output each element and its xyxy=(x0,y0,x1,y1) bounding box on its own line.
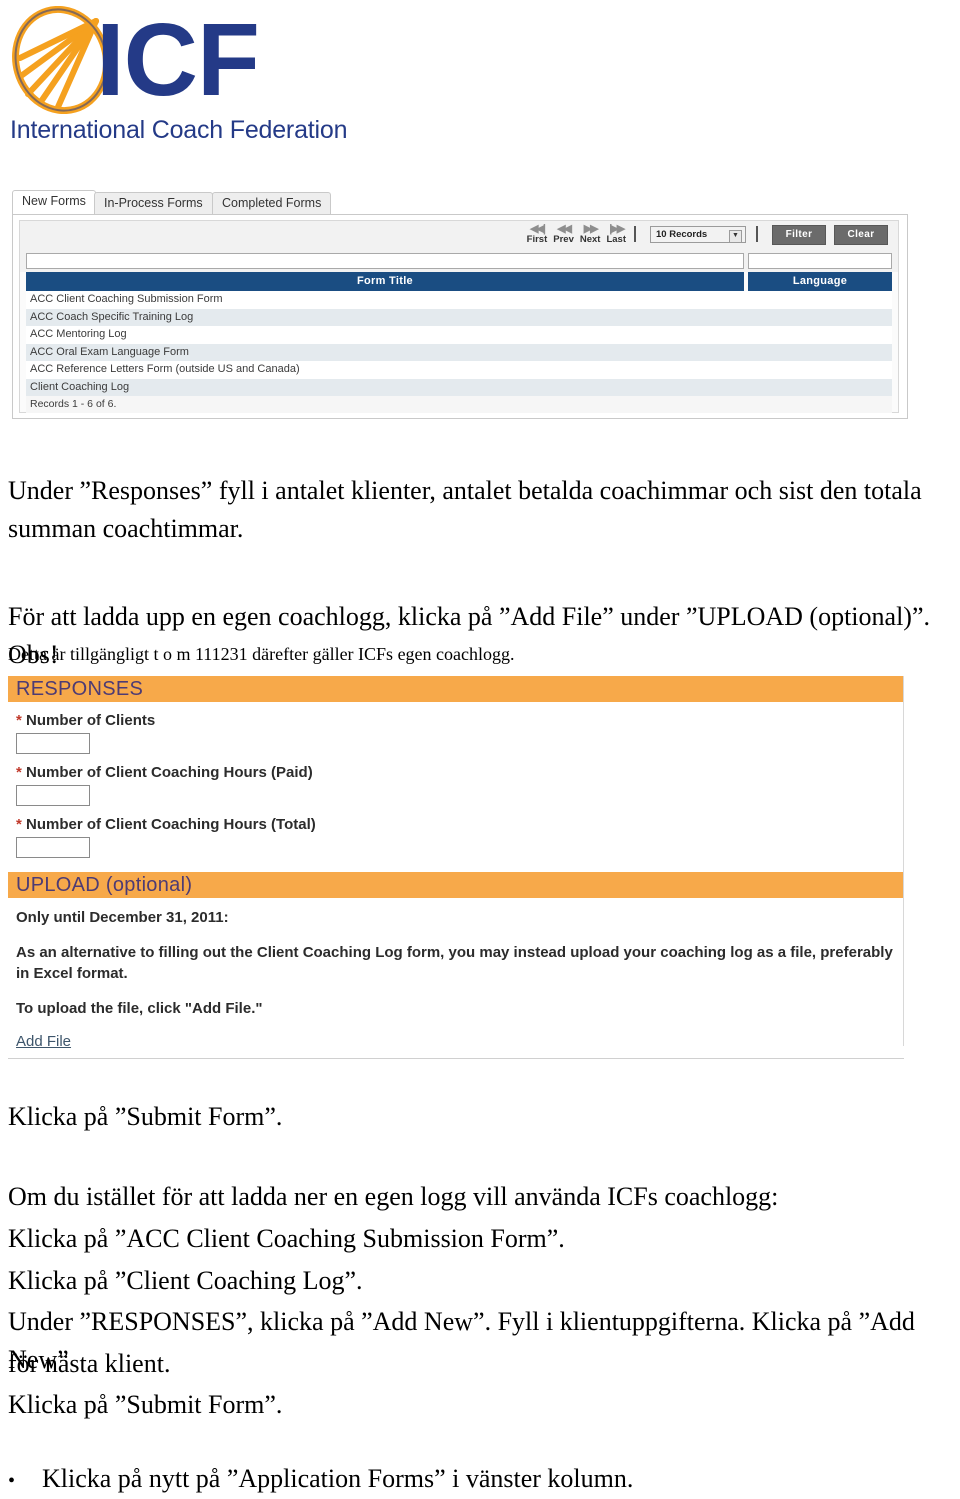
upload-section-header: UPLOAD (optional) xyxy=(8,872,904,898)
instruction-paragraph-1-line-1: Under ”Responses” fyll i antalet kliente… xyxy=(8,476,922,505)
instruction-paragraph-3: Klicka på ”Submit Form”. xyxy=(8,1102,283,1131)
field-label-text: Number of Client Coaching Hours (Paid) xyxy=(26,764,313,781)
forms-grid: ◀◀| First ◀◀ Prev ▶▶ Next |▶▶ Last 10 Re… xyxy=(19,220,899,413)
input-number-of-clients[interactable] xyxy=(16,733,90,754)
first-page-button[interactable]: ◀◀| First xyxy=(526,224,548,245)
instruction-paragraph-1-line-2: summan coachtimmar. xyxy=(8,514,244,543)
instruction-paragraph-2-line-2: Detta är tillgängligt t o m 111231 däref… xyxy=(8,644,515,664)
table-row[interactable]: ACC Mentoring Log xyxy=(26,326,892,344)
instruction-paragraph-6: Klicka på ”Client Coaching Log”. xyxy=(8,1266,363,1295)
last-page-label: Last xyxy=(606,234,626,245)
section-divider xyxy=(8,1058,904,1059)
tab-in-process-forms[interactable]: In-Process Forms xyxy=(94,192,213,214)
screenshot-right-edge xyxy=(903,676,904,1046)
tab-completed-forms[interactable]: Completed Forms xyxy=(212,192,332,214)
field-label-coaching-hours-total: * Number of Client Coaching Hours (Total… xyxy=(16,816,904,833)
pagination-controls: ◀◀| First ◀◀ Prev ▶▶ Next |▶▶ Last xyxy=(526,224,626,245)
table-row[interactable]: ACC Reference Letters Form (outside US a… xyxy=(26,361,892,379)
table-row[interactable]: Client Coaching Log xyxy=(26,378,892,396)
field-label-text: Number of Client Coaching Hours (Total) xyxy=(26,816,316,833)
table-row[interactable]: ACC Client Coaching Submission Form xyxy=(26,291,892,309)
tab-new-forms[interactable]: New Forms xyxy=(12,190,96,215)
required-asterisk: * xyxy=(16,712,22,729)
grid-header-row: Form Title Language xyxy=(26,272,892,291)
upload-body-line-2: in Excel format. xyxy=(16,965,128,982)
icf-logo: ICF International Coach Federation xyxy=(8,2,347,144)
table-row[interactable]: ACC Coach Specific Training Log xyxy=(26,308,892,326)
instruction-paragraph-8: Klicka på ”Submit Form”. xyxy=(8,1390,283,1419)
instruction-paragraph-7-line-2: för nästa klient. xyxy=(8,1349,171,1378)
input-coaching-hours-total[interactable] xyxy=(16,837,90,858)
next-page-button[interactable]: ▶▶ Next xyxy=(579,224,601,245)
required-asterisk: * xyxy=(16,764,22,781)
toolbar-divider-2 xyxy=(756,226,758,242)
records-per-page-select[interactable]: 10 Records ▼ xyxy=(650,226,746,243)
toolbar-divider-1 xyxy=(634,226,636,242)
filter-row xyxy=(20,251,898,272)
prev-page-label: Prev xyxy=(553,234,574,245)
grid-toolbar: ◀◀| First ◀◀ Prev ▶▶ Next |▶▶ Last 10 Re… xyxy=(20,221,898,251)
icf-tagline: International Coach Federation xyxy=(10,116,348,144)
filter-button[interactable]: Filter xyxy=(772,225,826,245)
list-item-label: Klicka på nytt på ”Application Forms” i … xyxy=(42,1464,634,1493)
next-page-label: Next xyxy=(579,234,601,245)
chevron-down-icon: ▼ xyxy=(729,230,742,243)
instruction-paragraph-4: Om du istället för att ladda ner en egen… xyxy=(8,1182,779,1211)
upload-instruction-text: To upload the file, click "Add File." xyxy=(16,1000,263,1017)
input-coaching-hours-paid[interactable] xyxy=(16,785,90,806)
field-label-text: Number of Clients xyxy=(26,712,156,729)
bullet-icon: • xyxy=(8,1470,16,1492)
field-label-coaching-hours-paid: * Number of Client Coaching Hours (Paid) xyxy=(16,764,904,781)
records-count-footer: Records 1 - 6 of 6. xyxy=(26,396,892,413)
first-page-label: First xyxy=(526,234,548,245)
upload-deadline-text: Only until December 31, 2011: xyxy=(16,909,229,926)
clear-button[interactable]: Clear xyxy=(834,225,888,245)
list-item: • Klicka på nytt på ”Application Forms” … xyxy=(8,1462,633,1498)
instruction-paragraph-5: Klicka på ”ACC Client Coaching Submissio… xyxy=(8,1224,565,1253)
upload-body-line-1: As an alternative to filling out the Cli… xyxy=(16,944,893,961)
forms-list-screenshot: New Forms In-Process Forms Completed For… xyxy=(8,190,908,422)
prev-page-button[interactable]: ◀◀ Prev xyxy=(553,224,574,245)
column-header-form-title[interactable]: Form Title xyxy=(26,272,744,291)
column-header-language[interactable]: Language xyxy=(748,272,892,291)
field-label-number-of-clients: * Number of Clients xyxy=(16,712,904,729)
forms-panel: ◀◀| First ◀◀ Prev ▶▶ Next |▶▶ Last 10 Re… xyxy=(12,214,908,419)
last-page-button[interactable]: |▶▶ Last xyxy=(606,224,626,245)
required-asterisk: * xyxy=(16,816,22,833)
responses-upload-screenshot: RESPONSES * Number of Clients * Number o… xyxy=(8,676,904,1059)
forms-tabstrip: New Forms In-Process Forms Completed For… xyxy=(8,190,908,215)
filter-input-language[interactable] xyxy=(748,253,892,269)
icf-wordmark: ICF xyxy=(96,2,260,117)
add-file-link[interactable]: Add File xyxy=(16,1033,71,1050)
filter-input-form-title[interactable] xyxy=(26,253,744,269)
table-row[interactable]: ACC Oral Exam Language Form xyxy=(26,343,892,361)
records-per-page-value: 10 Records xyxy=(656,229,708,240)
responses-section-header: RESPONSES xyxy=(8,676,904,702)
